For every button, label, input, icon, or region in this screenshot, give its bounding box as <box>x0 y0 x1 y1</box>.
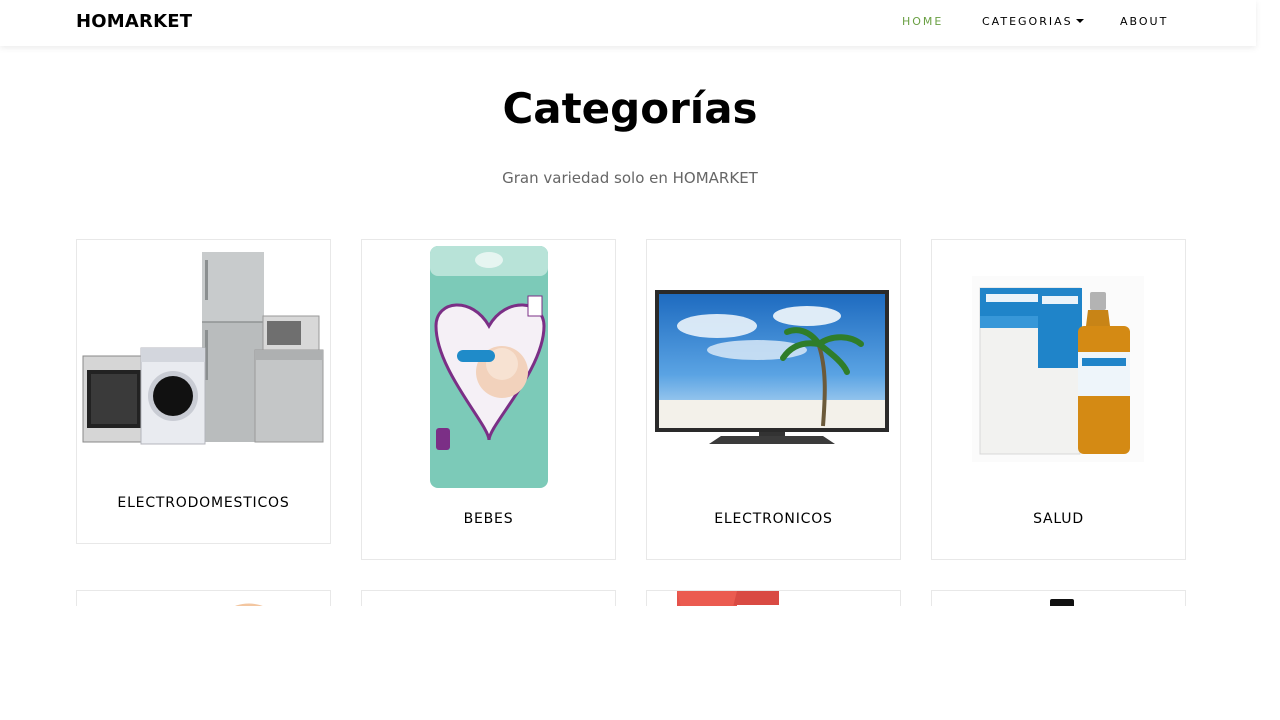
appliances-image <box>82 252 324 445</box>
category-label: BEBES <box>463 511 514 527</box>
television-image <box>655 290 889 444</box>
nav-categorias-dropdown[interactable]: CATEGORIAS <box>982 15 1084 28</box>
nav-categorias-label: CATEGORIAS <box>982 15 1073 28</box>
page-subtitle: Gran variedad solo en HOMARKET <box>502 169 758 187</box>
top-navbar: HOMARKET HOME CATEGORIAS ABOUT <box>0 0 1256 46</box>
category-card-electronicos[interactable]: ELECTRONICOS <box>646 239 901 560</box>
category-card-bebes[interactable]: BEBES <box>361 239 616 560</box>
brand-logo[interactable]: HOMARKET <box>76 11 192 32</box>
nav-home[interactable]: HOME <box>902 15 943 28</box>
page-title: Categorías <box>502 84 758 133</box>
nav-about[interactable]: ABOUT <box>1120 15 1168 28</box>
category-label: SALUD <box>1033 511 1084 527</box>
diapers-image <box>430 246 548 488</box>
category-card-salud[interactable]: SALUD <box>931 239 1186 560</box>
medicine-image <box>972 276 1144 462</box>
category-label: ELECTRODOMESTICOS <box>117 495 290 511</box>
caret-down-icon <box>1075 19 1084 23</box>
category-label: ELECTRONICOS <box>714 511 833 527</box>
page-bottom-blank <box>0 606 1280 720</box>
category-card-electrodomesticos[interactable]: ELECTRODOMESTICOS <box>76 239 331 544</box>
